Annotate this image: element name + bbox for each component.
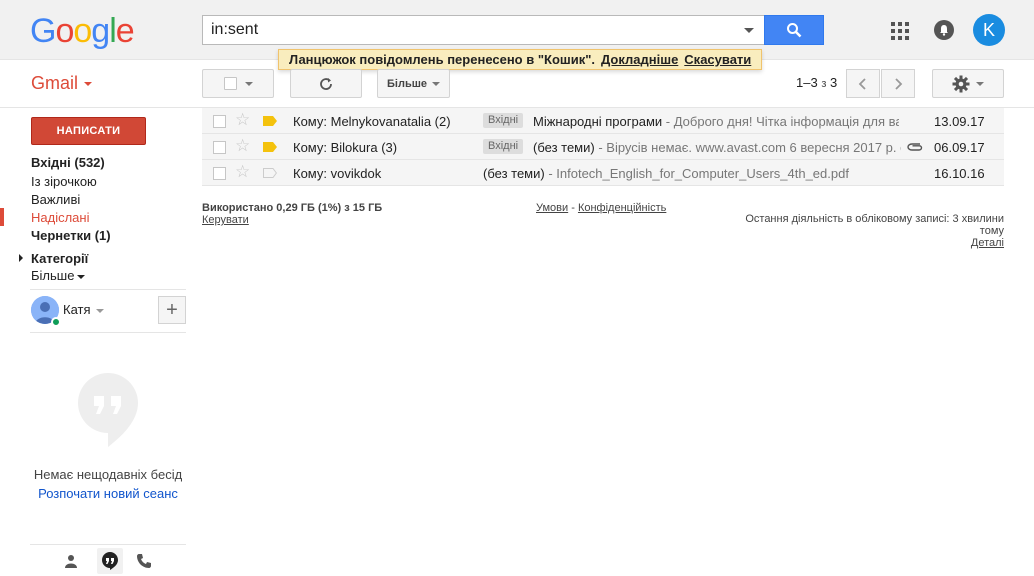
mail-date: 13.09.17: [934, 114, 985, 129]
chevron-down-icon: [244, 81, 253, 86]
mail-list: ☆ Кому: Melnykovanatalia (2) Вхідні Міжн…: [202, 108, 1004, 186]
expand-arrow-icon[interactable]: [19, 254, 23, 262]
undo-link[interactable]: Скасувати: [684, 52, 751, 67]
inbox-label-badge[interactable]: Вхідні: [483, 113, 524, 128]
settings-button[interactable]: [932, 69, 1004, 98]
chevron-down-icon: [84, 82, 93, 87]
mail-recipient: Кому: Melnykovanatalia (2): [293, 114, 451, 129]
chevron-left-icon: [858, 77, 866, 90]
gmail-menu[interactable]: Gmail: [31, 73, 93, 94]
inbox-label-badge[interactable]: Вхідні: [483, 139, 524, 154]
hangouts-tab[interactable]: [97, 548, 123, 574]
start-new-chat-link[interactable]: Розпочати новий сеанс: [30, 486, 186, 501]
online-status-icon: [51, 317, 61, 327]
privacy-link[interactable]: Конфіденційність: [578, 202, 666, 214]
mail-recipient: Кому: Bilokura (3): [293, 140, 398, 155]
search-options-icon[interactable]: [744, 28, 754, 33]
chevron-down-icon[interactable]: [96, 309, 104, 313]
star-icon[interactable]: ☆: [235, 162, 250, 182]
quote-bubble-icon: [102, 552, 118, 570]
search-box: [202, 15, 764, 45]
sidebar-item-more[interactable]: Більше: [31, 268, 86, 283]
last-activity-text: Остання діяльність в обліковому записі: …: [745, 213, 1004, 237]
sidebar-item-important[interactable]: Важливі: [31, 192, 80, 207]
important-marker-icon[interactable]: [263, 116, 277, 126]
divider: [30, 289, 186, 290]
mail-date: 06.09.17: [934, 140, 985, 155]
row-checkbox[interactable]: [213, 141, 226, 154]
table-row[interactable]: ☆ Кому: Bilokura (3) Вхідні (без теми) -…: [202, 134, 1004, 160]
notifications-bell-icon[interactable]: [934, 20, 954, 40]
star-icon[interactable]: ☆: [235, 110, 250, 130]
table-row[interactable]: ☆ Кому: vovikdok (без теми) - Infotech_E…: [202, 160, 1004, 186]
sidebar-item-sent[interactable]: Надіслані: [31, 210, 89, 225]
manage-storage-link[interactable]: Керувати: [202, 214, 249, 226]
search-button[interactable]: [764, 15, 824, 45]
refresh-icon: [320, 77, 332, 90]
phone-icon: [137, 554, 151, 568]
chevron-right-icon: [895, 77, 903, 90]
terms-link[interactable]: Умови: [536, 202, 568, 214]
storage-usage: Використано 0,29 ГБ (1%) з 15 ГБ: [202, 202, 383, 214]
sidebar-item-drafts[interactable]: Чернетки (1): [31, 228, 111, 243]
row-checkbox[interactable]: [213, 167, 226, 180]
mail-subject: (без теми) - Infotech_English_for_Comput…: [483, 166, 849, 181]
important-marker-icon[interactable]: [263, 142, 277, 152]
row-checkbox[interactable]: [213, 115, 226, 128]
important-marker-icon[interactable]: [263, 168, 277, 178]
divider: [30, 332, 186, 333]
details-link[interactable]: Деталі: [971, 237, 1004, 249]
active-indicator: [0, 208, 4, 226]
learn-more-link[interactable]: Докладніше: [601, 52, 678, 67]
chevron-down-icon: [432, 81, 440, 86]
mail-subject: (без теми) - Вірусів немає. www.avast.co…: [533, 140, 901, 155]
table-row[interactable]: ☆ Кому: Melnykovanatalia (2) Вхідні Міжн…: [202, 108, 1004, 134]
notice-text: Ланцюжок повідомлень перенесено в "Кошик…: [289, 52, 595, 67]
checkbox-icon: [223, 77, 237, 90]
older-button[interactable]: [881, 69, 915, 98]
paperclip-icon: [907, 143, 923, 151]
chevron-down-icon: [77, 274, 86, 279]
last-activity: Остання діяльність в обліковому записі: …: [730, 213, 1004, 249]
gear-icon: [952, 75, 970, 92]
search-input[interactable]: [211, 20, 731, 40]
select-all-button[interactable]: [202, 69, 274, 98]
compose-button[interactable]: НАПИСАТИ: [31, 117, 146, 145]
newer-button[interactable]: [846, 69, 880, 98]
refresh-button[interactable]: [290, 69, 362, 98]
apps-grid-icon[interactable]: [891, 22, 909, 40]
google-logo[interactable]: Google: [30, 12, 135, 51]
search-icon: [787, 23, 802, 38]
footer-links: Умови - Конфіденційність: [536, 202, 667, 214]
hangouts-icon: [78, 373, 138, 447]
sidebar-item-categories[interactable]: Категорії: [31, 251, 88, 266]
notice-bar: Ланцюжок повідомлень перенесено в "Кошик…: [278, 49, 763, 70]
mail-subject: Міжнародні програми - Доброго дня! Чітка…: [533, 114, 899, 129]
chevron-down-icon: [976, 81, 984, 86]
contacts-tab[interactable]: [61, 551, 81, 571]
chat-tabs: [30, 544, 186, 576]
sidebar-item-starred[interactable]: Із зірочкою: [31, 174, 97, 189]
no-chats-text: Немає нещодавніх бесід: [33, 467, 183, 482]
mail-date: 16.10.16: [934, 166, 985, 181]
phone-tab[interactable]: [134, 551, 154, 571]
star-icon[interactable]: ☆: [235, 136, 250, 156]
sidebar-item-inbox[interactable]: Вхідні (532): [31, 155, 105, 170]
more-button[interactable]: Більше: [377, 69, 450, 98]
pager-count: 1–3 з 3: [796, 75, 838, 90]
bell-icon: [940, 25, 948, 36]
new-chat-button[interactable]: +: [158, 296, 186, 324]
user-name[interactable]: Катя: [63, 302, 91, 317]
mail-recipient: Кому: vovikdok: [293, 166, 382, 181]
account-avatar[interactable]: K: [973, 14, 1005, 46]
person-icon: [65, 555, 77, 568]
